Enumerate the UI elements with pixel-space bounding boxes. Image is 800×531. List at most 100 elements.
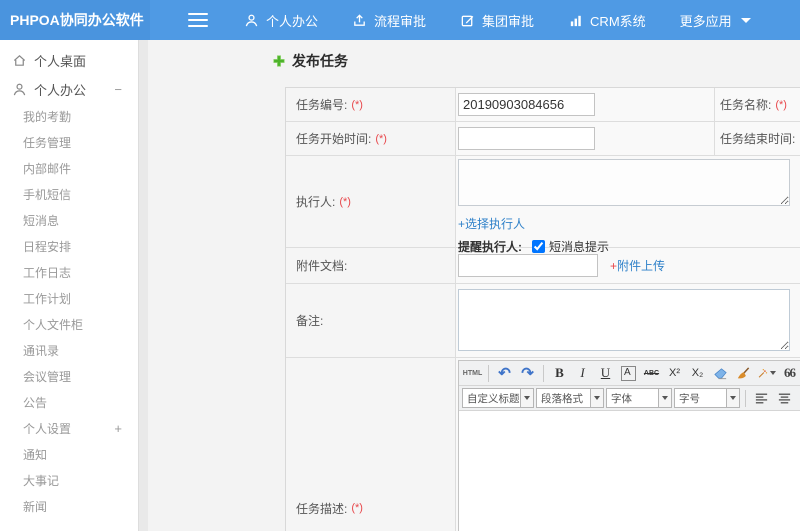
required-marker: (*) xyxy=(351,98,363,111)
redo-button[interactable]: ↷ xyxy=(517,363,538,384)
remove-format-button[interactable] xyxy=(710,363,731,384)
menu-toggle-icon[interactable] xyxy=(188,13,208,27)
sidebar-item-work-plan[interactable]: 工作计划 xyxy=(0,286,138,312)
nav-label: 流程审批 xyxy=(374,13,427,29)
person-icon xyxy=(13,83,26,96)
edit-icon xyxy=(461,15,474,26)
nav-group-approval[interactable]: 集团审批 xyxy=(460,11,534,30)
attachment-upload-link[interactable]: +附件上传 xyxy=(610,257,665,274)
nav-label: CRM系统 xyxy=(590,13,646,29)
sidebar-item-label: 个人办公 xyxy=(34,83,87,98)
nav-crm-system[interactable]: CRM系统 xyxy=(568,11,646,30)
nav-more-apps[interactable]: 更多应用 xyxy=(680,11,751,30)
app-logo: PHPOA协同办公软件 xyxy=(0,0,150,40)
sidebar-item-announcement[interactable]: 公告 xyxy=(0,390,138,416)
nav-personal-office[interactable]: 个人办公 xyxy=(244,11,318,30)
subscript-button[interactable]: X₂ xyxy=(687,363,708,384)
task-number-input[interactable] xyxy=(458,93,595,116)
sidebar-item-contacts[interactable]: 通讯录 xyxy=(0,338,138,364)
align-left-button[interactable] xyxy=(751,388,772,409)
sidebar-item-personal-settings[interactable]: 个人设置 + xyxy=(0,416,138,442)
sidebar-item-notice[interactable]: 通知 xyxy=(0,442,138,468)
nav-label: 更多应用 xyxy=(679,13,732,29)
attachment-input[interactable] xyxy=(458,254,598,277)
chevron-down-icon xyxy=(658,388,672,408)
end-time-label: 任务结束时间:(*) xyxy=(715,122,800,155)
nav-workflow-approval[interactable]: 流程审批 xyxy=(352,11,426,30)
choose-executor-link[interactable]: +选择执行人 xyxy=(458,215,525,232)
sidebar-item-meeting-management[interactable]: 会议管理 xyxy=(0,364,138,390)
person-icon xyxy=(245,14,258,26)
sidebar: 个人桌面 个人办公 − 我的考勤 任务管理 内部邮件 手机短信 短消息 日程安排… xyxy=(0,40,139,531)
description-row: 任务描述: (*) HTML ↶ ↷ B I U A ABC X² X₂ 66 … xyxy=(286,358,800,531)
strikethrough-button[interactable]: ABC xyxy=(641,363,662,384)
editor-content[interactable] xyxy=(459,411,800,531)
start-time-input[interactable] xyxy=(458,127,595,150)
sidebar-item-internal-mail[interactable]: 内部邮件 xyxy=(0,156,138,182)
home-icon xyxy=(13,54,26,66)
required-marker: (*) xyxy=(775,98,787,111)
format-brush-button[interactable] xyxy=(733,363,754,384)
chevron-down-icon xyxy=(520,388,534,408)
attachment-row: 附件文档: +附件上传 xyxy=(286,248,800,284)
superscript-button[interactable]: X² xyxy=(664,363,685,384)
sidebar-item-desktop[interactable]: 个人桌面 xyxy=(0,46,138,75)
font-family-select[interactable]: 字体 xyxy=(606,388,672,408)
executor-label: 执行人: (*) xyxy=(286,156,456,247)
top-nav: 个人办公 流程审批 集团审批 CRM系统 更多应用 xyxy=(244,11,751,30)
bar-chart-icon xyxy=(570,15,581,26)
editor-toolbar-row1: HTML ↶ ↷ B I U A ABC X² X₂ 66 xyxy=(459,361,800,386)
remark-label: 备注: xyxy=(286,284,456,357)
sidebar-item-schedule[interactable]: 日程安排 xyxy=(0,234,138,260)
eraser-icon xyxy=(714,367,727,379)
remark-textarea[interactable] xyxy=(458,289,790,351)
sidebar-item-mobile-sms[interactable]: 手机短信 xyxy=(0,182,138,208)
collapse-icon[interactable]: − xyxy=(114,82,122,97)
bold-button[interactable]: B xyxy=(549,363,570,384)
executor-textarea[interactable] xyxy=(458,159,790,206)
paragraph-format-select[interactable]: 段落格式 xyxy=(536,388,604,408)
publish-task-form: 任务编号:(*) 任务名称:(*) 任务开始时间:(*) 任务结束时间:(*) … xyxy=(285,87,800,531)
sidebar-item-personal-office[interactable]: 个人办公 − xyxy=(0,75,138,104)
required-marker: (*) xyxy=(351,502,363,514)
sidebar-item-short-message[interactable]: 短消息 xyxy=(0,208,138,234)
top-navbar: PHPOA协同办公软件 个人办公 流程审批 集团审批 CRM系统 更多应用 xyxy=(0,0,800,40)
task-number-label: 任务编号: (*) xyxy=(286,88,456,121)
auto-typeset-button[interactable] xyxy=(756,363,777,384)
html-source-button[interactable]: HTML xyxy=(462,363,483,384)
description-label: 任务描述: (*) xyxy=(286,358,456,531)
nav-label: 集团审批 xyxy=(482,13,535,29)
align-center-button[interactable] xyxy=(774,388,795,409)
sidebar-item-major-events[interactable]: 大事记 xyxy=(0,468,138,494)
align-left-icon xyxy=(755,393,768,403)
font-size-select[interactable]: 字号 xyxy=(674,388,740,408)
task-number-row: 任务编号:(*) 任务名称:(*) xyxy=(286,88,800,122)
align-center-icon xyxy=(778,393,791,403)
sidebar-item-news[interactable]: 新闻 xyxy=(0,494,138,520)
underline-button[interactable]: U xyxy=(595,363,616,384)
sidebar-gap xyxy=(139,40,148,531)
editor-toolbar-row2: 自定义标题 段落格式 字体 字号 xyxy=(459,386,800,411)
required-marker: (*) xyxy=(375,132,387,145)
chevron-down-icon xyxy=(740,17,751,23)
sidebar-item-file-cabinet[interactable]: 个人文件柜 xyxy=(0,312,138,338)
italic-button[interactable]: I xyxy=(572,363,593,384)
custom-heading-select[interactable]: 自定义标题 xyxy=(462,388,534,408)
start-time-row: 任务开始时间:(*) 任务结束时间:(*) xyxy=(286,122,800,156)
chevron-down-icon xyxy=(590,388,604,408)
nav-label: 个人办公 xyxy=(266,13,319,29)
sidebar-item-work-log[interactable]: 工作日志 xyxy=(0,260,138,286)
workflow-icon xyxy=(354,13,365,26)
font-style-button[interactable]: A xyxy=(621,365,636,381)
page-title: 发布任务 xyxy=(272,51,348,71)
expand-icon[interactable]: + xyxy=(114,416,122,442)
sidebar-item-task-management[interactable]: 任务管理 xyxy=(0,130,138,156)
required-marker: (*) xyxy=(339,195,351,208)
task-name-label: 任务名称: (*) xyxy=(720,98,787,112)
undo-button[interactable]: ↶ xyxy=(494,363,515,384)
attachment-label: 附件文档: xyxy=(286,248,456,283)
start-time-label: 任务开始时间: (*) xyxy=(286,122,456,155)
blockquote-button[interactable]: 66 xyxy=(779,363,800,384)
sidebar-item-attendance[interactable]: 我的考勤 xyxy=(0,104,138,130)
broom-icon xyxy=(737,366,750,378)
